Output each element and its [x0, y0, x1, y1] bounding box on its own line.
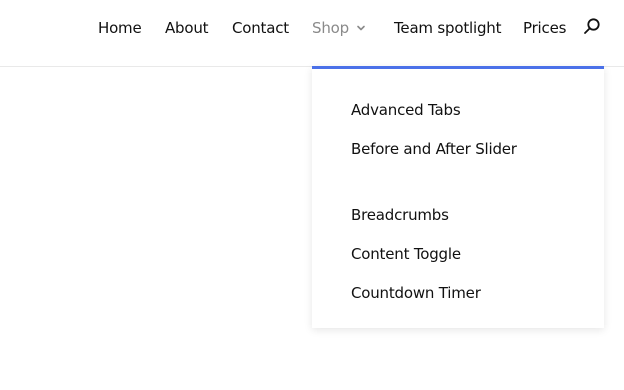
- nav-item-home[interactable]: Home: [98, 18, 142, 38]
- dropdown-item-before-after-slider[interactable]: Before and After Slider: [351, 136, 521, 163]
- nav-item-contact[interactable]: Contact: [232, 18, 289, 38]
- nav-item-team-spotlight[interactable]: Team spotlight: [394, 18, 501, 38]
- nav-item-shop-label: Shop: [312, 19, 349, 37]
- nav-item-shop[interactable]: Shop: [312, 18, 367, 38]
- site-header: Home About Contact Shop Team spotlight P…: [0, 0, 624, 67]
- dropdown-item-advanced-tabs[interactable]: Advanced Tabs: [351, 97, 521, 124]
- chevron-down-icon: [357, 25, 365, 31]
- shop-dropdown-menu: Advanced Tabs Before and After Slider Br…: [312, 66, 604, 328]
- search-icon[interactable]: [582, 17, 602, 37]
- dropdown-item-countdown-timer[interactable]: Countdown Timer: [351, 280, 521, 307]
- nav-item-about[interactable]: About: [165, 18, 209, 38]
- nav-item-prices[interactable]: Prices: [523, 18, 566, 38]
- dropdown-item-content-toggle[interactable]: Content Toggle: [351, 241, 521, 268]
- dropdown-item-breadcrumbs[interactable]: Breadcrumbs: [351, 202, 521, 229]
